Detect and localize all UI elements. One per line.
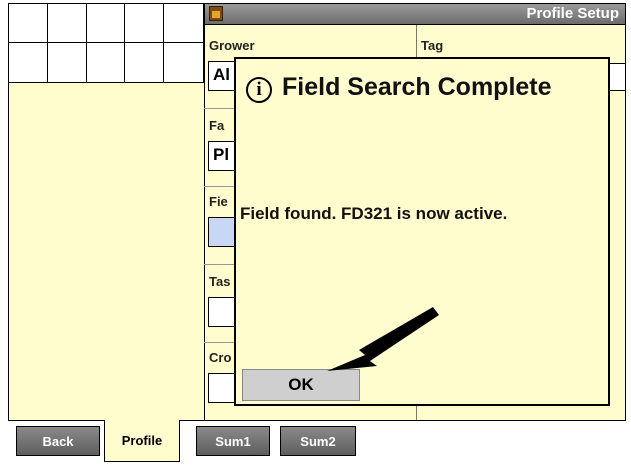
grid-cell[interactable]	[47, 4, 87, 43]
tab-sum1[interactable]: Sum1	[196, 426, 270, 456]
status-grid	[8, 3, 204, 83]
grid-cell[interactable]	[9, 4, 48, 43]
grid-cell[interactable]	[164, 43, 203, 82]
field-label: Fie	[209, 194, 228, 209]
grid-cell[interactable]	[9, 43, 48, 82]
tab-back[interactable]: Back	[16, 426, 100, 456]
grid-cell[interactable]	[48, 43, 87, 82]
grid-cell[interactable]	[87, 43, 126, 82]
app-icon	[209, 6, 223, 21]
farm-label: Fa	[209, 118, 225, 133]
grower-label: Grower	[209, 38, 255, 53]
title-bar: Profile Setup	[204, 3, 626, 25]
task-label: Tas	[209, 274, 231, 289]
window-title: Profile Setup	[526, 5, 619, 22]
tab-profile[interactable]: Profile	[104, 420, 180, 462]
grid-cell[interactable]	[164, 4, 203, 43]
grid-cell[interactable]	[86, 4, 126, 43]
dialog-message: Field found. FD321 is now active.	[240, 204, 508, 223]
grid-cell[interactable]	[125, 43, 165, 82]
divider	[204, 25, 205, 420]
crop-label: Cro	[209, 350, 232, 365]
grid-cell[interactable]	[125, 4, 165, 43]
pointer-arrow-icon	[327, 307, 439, 371]
tag-label: Tag	[421, 38, 444, 53]
tab-sum2[interactable]: Sum2	[280, 426, 356, 456]
dialog-title: Field Search Complete	[282, 73, 552, 101]
info-icon: i	[246, 77, 272, 103]
